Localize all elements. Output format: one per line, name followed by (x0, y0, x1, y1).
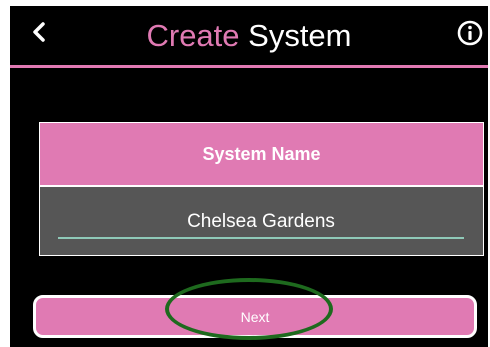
page-title-rest: System (239, 18, 352, 53)
top-bar: Create System (10, 6, 488, 64)
page-title-accent: Create (146, 18, 240, 53)
system-name-label: System Name (40, 123, 483, 187)
next-button[interactable]: Next (33, 295, 477, 338)
page-title: Create System (10, 18, 488, 54)
system-name-field-wrap (58, 209, 464, 241)
info-icon (457, 20, 483, 51)
header-divider (10, 65, 488, 68)
system-name-card: System Name (39, 122, 484, 256)
system-name-input[interactable] (58, 209, 464, 239)
info-button[interactable] (456, 20, 484, 51)
app-screen: Create System System Name Next (10, 6, 488, 347)
